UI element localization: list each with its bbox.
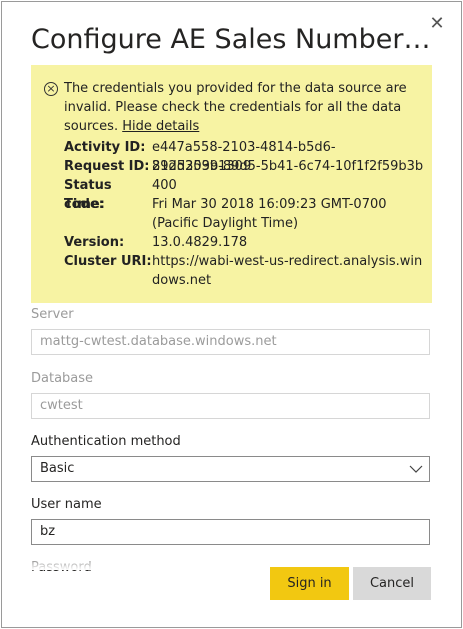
detail-key: Time:: [64, 197, 105, 212]
error-panel: × The credentials you provided for the d…: [31, 65, 432, 303]
detail-value: 13.0.4829.178: [152, 235, 248, 250]
server-label: Server: [31, 307, 74, 322]
error-message-text: The credentials you provided for the dat…: [64, 81, 407, 134]
sign-in-button[interactable]: Sign in: [270, 567, 349, 600]
error-circle-icon: ×: [44, 82, 58, 96]
detail-value: https://wabi-west-us-redirect.analysis.w…: [152, 254, 423, 288]
chevron-down-icon: [409, 465, 423, 473]
detail-key: Version:: [64, 235, 125, 250]
username-field[interactable]: bz: [31, 519, 430, 545]
detail-key: Request ID:: [64, 159, 150, 174]
hide-details-link[interactable]: Hide details: [122, 119, 199, 134]
detail-value: Fri Mar 30 2018 16:09:23 GMT-0700 (Pacif…: [152, 197, 387, 231]
database-field: cwtest: [31, 393, 430, 419]
detail-key: Cluster URI:: [64, 254, 152, 269]
cancel-button[interactable]: Cancel: [353, 567, 431, 600]
auth-method-value: Basic: [40, 461, 75, 476]
configure-dialog: ✕ Configure AE Sales Numbers 2... × The …: [1, 1, 462, 628]
auth-method-label: Authentication method: [31, 434, 181, 449]
database-label: Database: [31, 371, 94, 386]
detail-value: 400: [152, 178, 177, 193]
error-message: The credentials you provided for the dat…: [64, 79, 424, 136]
detail-key: Activity ID:: [64, 140, 146, 155]
username-label: User name: [31, 497, 102, 512]
dialog-title: Configure AE Sales Numbers 2...: [31, 24, 431, 55]
auth-method-select[interactable]: Basic: [31, 456, 430, 482]
server-field: mattg-cwtest.database.windows.net: [31, 329, 430, 355]
detail-value: 81d52039-89d5-5b41-6c74-10f1f2f59b3b: [152, 159, 424, 174]
